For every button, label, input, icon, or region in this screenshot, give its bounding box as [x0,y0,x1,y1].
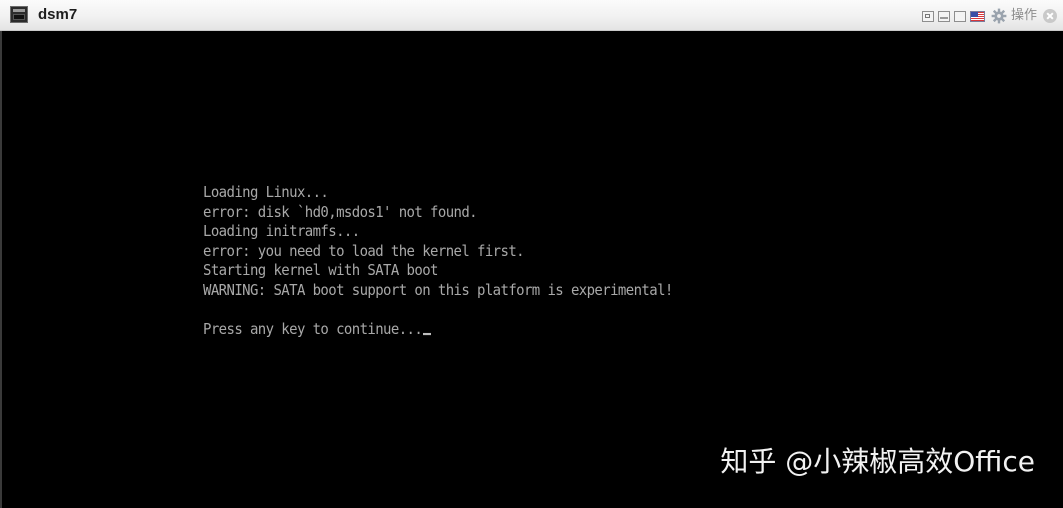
window-titlebar: dsm7 操作 [0,0,1063,31]
fit-window-icon[interactable] [937,10,950,22]
gear-icon[interactable] [991,8,1007,24]
vm-console-window: dsm7 操作 Loading Linux... error: disk `hd… [0,0,1063,508]
close-icon[interactable] [1043,9,1057,23]
console-prompt: Press any key to continue... [203,320,423,338]
console-screen[interactable]: Loading Linux... error: disk `hd0,msdos1… [0,31,1063,508]
us-flag-icon[interactable] [969,10,985,22]
console-prompt-line: Press any key to continue... [203,320,673,341]
window-title: dsm7 [38,6,78,23]
text-cursor [423,332,432,335]
titlebar-controls: 操作 [921,6,1057,26]
scale-display-icon[interactable] [921,10,934,22]
console-output: Loading Linux... error: disk `hd0,msdos1… [203,183,673,339]
console-icon [10,6,28,23]
restore-window-icon[interactable] [953,10,966,22]
watermark: 知乎 @小辣椒高效Office [720,445,1035,478]
console-line: Loading initramfs... [203,223,360,241]
console-line: error: you need to load the kernel first… [203,242,525,260]
console-line: WARNING: SATA boot support on this platf… [203,281,673,299]
console-line: Loading Linux... [203,184,329,202]
console-line: error: disk `hd0,msdos1' not found. [203,203,478,221]
action-menu-button[interactable]: 操作 [1011,8,1037,24]
console-line: Starting kernel with SATA boot [203,262,438,280]
